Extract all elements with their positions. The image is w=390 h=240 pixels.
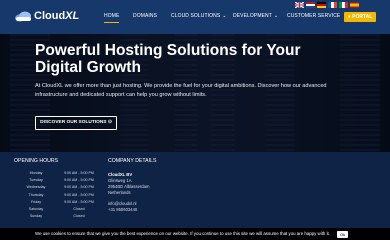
flag-de-icon[interactable] (317, 2, 326, 8)
nav-customer-service-label: CUSTOMER SERVICE (287, 13, 341, 19)
hours-time: 9:00 AM - 5:00 PM (64, 185, 94, 190)
hero-title: Powerful Hosting Solutions for Your Digi… (35, 42, 301, 76)
hero-text: At CloudXL we offer more than just hosti… (35, 83, 327, 98)
opening-hours-table: Monday 9:00 AM - 5:00 PM Tuesday 9:00 AM -… (14, 170, 100, 220)
hours-row: Monday 9:00 AM - 5:00 PM (14, 170, 100, 177)
cloudxl-logo[interactable]: CloudXL (14, 9, 79, 25)
hours-day: Saturday (28, 206, 44, 211)
nav-customer-service[interactable]: CUSTOMER SERVICE (287, 13, 340, 25)
cloud-logo-icon (15, 11, 31, 22)
flag-es-icon[interactable] (350, 2, 359, 8)
language-switcher (295, 2, 359, 8)
nav-development-label: DEVELOPMENT (233, 13, 272, 19)
hours-row: Friday 9:00 AM - 5:00 PM (14, 199, 100, 206)
hours-row: Sunday Closed (14, 213, 100, 220)
cookie-ok-button[interactable]: Ok (337, 230, 348, 238)
user-icon: ● (347, 14, 351, 20)
nav-home-label: HOME (104, 13, 120, 19)
hours-time: 9:00 AM - 5:00 PM (64, 171, 94, 175)
hours-day: Wednesday (26, 185, 46, 190)
footer: OPENING HOURS Monday 9:00 AM - 5:00 PM Tu… (0, 152, 390, 240)
flag-fr-icon[interactable] (328, 2, 337, 8)
chevron-down-icon: ⌄ (273, 13, 279, 19)
opening-hours-title: OPENING HOURS (14, 158, 59, 164)
nav-development[interactable]: DEVELOPMENT ⌄ (233, 13, 278, 25)
cookie-text: We use cookies to ensure that we give yo… (35, 231, 330, 236)
nav-domains-label: DOMAINS (133, 13, 158, 19)
hours-row: Wednesday 9:00 AM - 5:00 PM (14, 184, 100, 191)
flag-it-icon[interactable] (339, 2, 348, 8)
company-phone-link[interactable]: +31 850603440 (108, 207, 198, 213)
hours-time: 9:00 AM - 5:00 PM (64, 199, 94, 204)
nav-cloud-solutions-label: CLOUD SOLUTIONS (171, 13, 221, 19)
discover-solutions-button[interactable]: DISCOVER OUR SOLUTIONS ⊙ (35, 116, 117, 130)
logo-text: CloudXL (34, 10, 80, 22)
hero-section: Powerful Hosting Solutions for Your Digi… (0, 34, 390, 152)
company-details: CloudXL BV Glinsweg 1A 2954BD Alblasserd… (108, 172, 198, 213)
flag-nl-icon[interactable] (306, 2, 315, 8)
hours-time: Closed (73, 214, 85, 219)
cookie-banner: We use cookies to ensure that we give yo… (0, 228, 390, 240)
site-header: CloudXL HOME DOMAINS CLOUD SOLUTIONS ⌄ DE… (0, 0, 390, 34)
hours-day: Monday (29, 171, 43, 175)
hours-time: Closed (73, 206, 85, 211)
nav-cloud-solutions[interactable]: CLOUD SOLUTIONS ⌄ (171, 13, 227, 25)
hours-row: Thursday 9:00 AM - 5:00 PM (14, 192, 100, 199)
nav-home[interactable]: HOME (104, 13, 120, 25)
flag-uk-icon[interactable] (295, 2, 304, 8)
hours-day: Thursday (28, 192, 44, 197)
hours-day: Sunday (29, 214, 43, 219)
chevron-down-icon: ⌄ (222, 13, 227, 19)
hours-row: Saturday Closed (14, 206, 100, 213)
hours-time: 9:00 AM - 5:00 PM (64, 192, 94, 197)
hours-day: Tuesday (29, 178, 43, 183)
portal-button[interactable]: ● PORTAL (344, 12, 376, 22)
hours-day: Friday (31, 199, 41, 204)
company-details-title: COMPANY DETAILS (108, 158, 157, 164)
hours-time: 9:00 AM - 5:00 PM (64, 178, 94, 183)
portal-label: PORTAL (352, 14, 373, 20)
nav-domains[interactable]: DOMAINS (133, 13, 157, 25)
hours-row: Tuesday 9:00 AM - 5:00 PM (14, 177, 100, 184)
